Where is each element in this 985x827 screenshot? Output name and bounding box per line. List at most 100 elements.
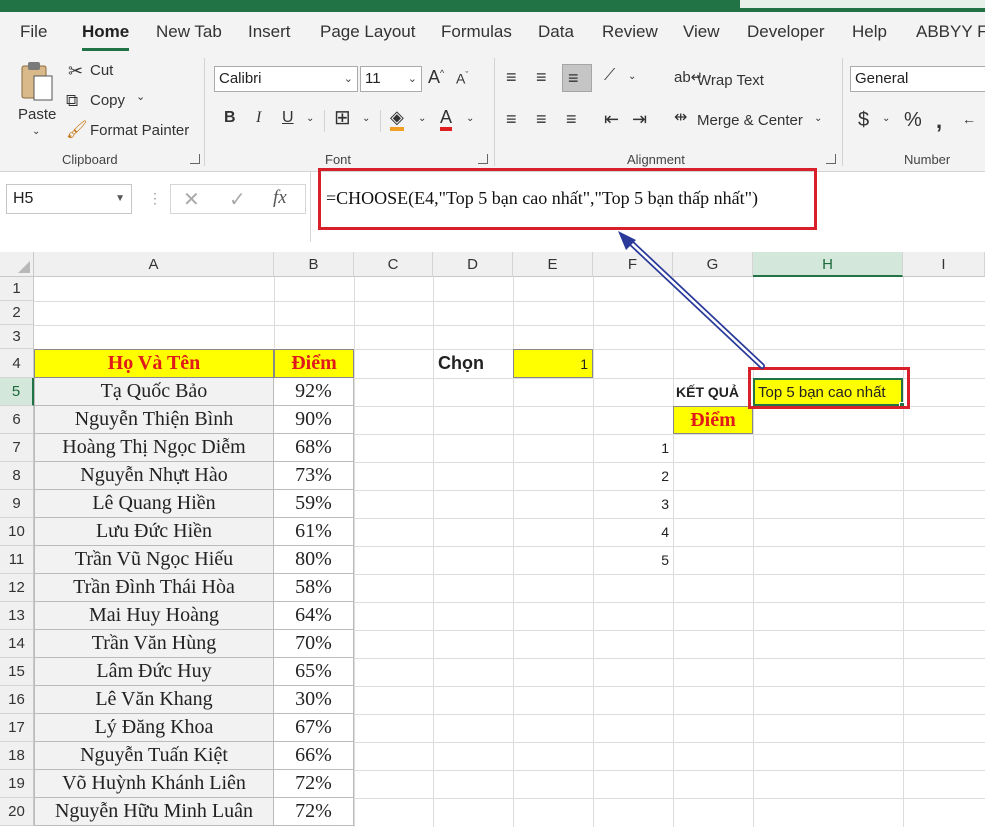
table-cell-score[interactable]: 64% [274,602,354,630]
column-header-b[interactable]: B [274,252,354,277]
scissors-icon[interactable]: ✂ [68,62,83,80]
table-cell-name[interactable]: Lưu Đức Hiền [34,518,274,546]
chevron-down-icon[interactable]: ⌄ [418,114,426,124]
table-cell-name[interactable]: Lâm Đức Huy [34,658,274,686]
row-header-6[interactable]: 6 [0,406,34,434]
table-cell-score[interactable]: 58% [274,574,354,602]
increase-decimal-icon[interactable]: ← [962,112,976,126]
percent-icon[interactable]: % [904,110,922,130]
table-cell-name[interactable]: Trần Vũ Ngọc Hiếu [34,546,274,574]
dialog-launcher-icon[interactable] [478,154,488,164]
row-header-1[interactable]: 1 [0,277,34,301]
copy-icon[interactable]: ⧉ [66,92,78,109]
align-top-icon[interactable]: ≡ [506,68,517,86]
paintbrush-icon[interactable]: 🖌 [66,121,88,138]
wrap-text-button[interactable]: Wrap Text [697,72,764,89]
select-all-button[interactable] [0,252,34,277]
underline-button[interactable]: U [282,110,294,126]
chevron-down-icon[interactable]: ⌄ [362,114,370,124]
row-header-10[interactable]: 10 [0,518,34,546]
row-header-11[interactable]: 11 [0,546,34,574]
spreadsheet-grid[interactable]: A B C D E F G H I 1 2 3 4 5 6 7 8 9 10 1… [0,252,985,827]
tab-home[interactable]: Home [82,22,130,51]
table-cell-score[interactable]: 72% [274,770,354,798]
bold-button[interactable]: B [224,110,236,126]
table-cell-score[interactable]: 59% [274,490,354,518]
ket-qua-label[interactable]: KẾT QUẢ [676,378,753,406]
name-column-header[interactable]: Họ Và Tên [34,349,274,378]
chevron-down-icon[interactable]: ⌄ [306,114,314,124]
table-cell-score[interactable]: 90% [274,406,354,434]
fill-color-icon[interactable]: ◈ [390,108,404,131]
font-color-icon[interactable]: A [440,108,453,131]
align-center-icon[interactable]: ≡ [536,110,547,128]
format-painter-button[interactable]: Format Painter [90,122,189,139]
borders-icon[interactable]: ⊞ [334,108,351,128]
table-cell-score[interactable]: 66% [274,742,354,770]
row-header-15[interactable]: 15 [0,658,34,686]
table-cell-name[interactable]: Nguyễn Tuấn Kiệt [34,742,274,770]
column-header-g[interactable]: G [673,252,753,277]
column-header-h[interactable]: H [753,252,903,277]
table-cell-score[interactable]: 65% [274,658,354,686]
row-header-19[interactable]: 19 [0,770,34,798]
table-cell-score[interactable]: 30% [274,686,354,714]
dialog-launcher-icon[interactable] [826,154,836,164]
currency-icon[interactable]: $ [858,110,869,130]
tab-review[interactable]: Review [602,22,658,42]
cancel-icon[interactable]: ✕ [183,187,200,212]
selector-cell-e4[interactable]: 1 [513,349,593,378]
enter-icon[interactable]: ✓ [229,187,246,212]
merge-center-button[interactable]: Merge & Center [697,112,803,129]
tab-formulas[interactable]: Formulas [441,22,512,42]
increase-font-icon[interactable]: A^ [428,68,444,86]
comma-style-icon[interactable]: , [936,110,942,132]
tab-insert[interactable]: Insert [248,22,291,42]
chevron-down-icon[interactable]: ⌄ [466,114,474,124]
row-header-5[interactable]: 5 [0,378,34,406]
table-cell-name[interactable]: Tạ Quốc Bảo [34,378,274,406]
dialog-launcher-icon[interactable] [190,154,200,164]
decrease-font-icon[interactable]: Aˇ [456,71,468,86]
row-header-20[interactable]: 20 [0,798,34,826]
row-header-3[interactable]: 3 [0,325,34,349]
table-cell-score[interactable]: 70% [274,630,354,658]
copy-button[interactable]: Copy [90,92,125,109]
row-header-4[interactable]: 4 [0,349,34,378]
cut-button[interactable]: Cut [90,62,113,79]
font-size-dropdown[interactable]: 11 ⌄ [360,66,422,92]
tab-help[interactable]: Help [852,22,887,42]
row-header-18[interactable]: 18 [0,742,34,770]
row-header-13[interactable]: 13 [0,602,34,630]
paste-button[interactable]: Paste ⌄ [14,58,58,140]
tab-data[interactable]: Data [538,22,574,42]
row-header-7[interactable]: 7 [0,434,34,462]
chevron-down-icon[interactable]: ⌄ [814,114,822,124]
table-cell-name[interactable]: Nguyễn Thiện Bình [34,406,274,434]
column-header-d[interactable]: D [433,252,513,277]
diem-result-header[interactable]: Điểm [673,406,753,434]
decrease-indent-icon[interactable]: ⇤ [604,110,619,128]
table-cell-score[interactable]: 61% [274,518,354,546]
orientation-icon[interactable]: ⟋ [604,68,615,84]
table-cell-name[interactable]: Lê Quang Hiền [34,490,274,518]
table-cell-score[interactable]: 80% [274,546,354,574]
table-cell-name[interactable]: Lê Văn Khang [34,686,274,714]
table-cell-name[interactable]: Hoàng Thị Ngọc Diễm [34,434,274,462]
chon-label[interactable]: Chọn [436,349,512,378]
table-cell-score[interactable]: 68% [274,434,354,462]
table-cell-name[interactable]: Trần Đình Thái Hòa [34,574,274,602]
table-cell-score[interactable]: 73% [274,462,354,490]
align-middle-icon[interactable]: ≡ [536,68,547,86]
tab-page-layout[interactable]: Page Layout [320,22,415,42]
row-header-16[interactable]: 16 [0,686,34,714]
row-header-9[interactable]: 9 [0,490,34,518]
name-box[interactable]: H5 ▼ [6,184,132,214]
rank-number[interactable]: 3 [593,490,673,518]
row-header-14[interactable]: 14 [0,630,34,658]
column-header-i[interactable]: I [903,252,985,277]
rank-number[interactable]: 1 [593,434,673,462]
number-format-dropdown[interactable]: General [850,66,985,92]
chevron-down-icon[interactable]: ⌄ [882,114,890,124]
table-cell-name[interactable]: Nguyễn Hữu Minh Luân [34,798,274,826]
